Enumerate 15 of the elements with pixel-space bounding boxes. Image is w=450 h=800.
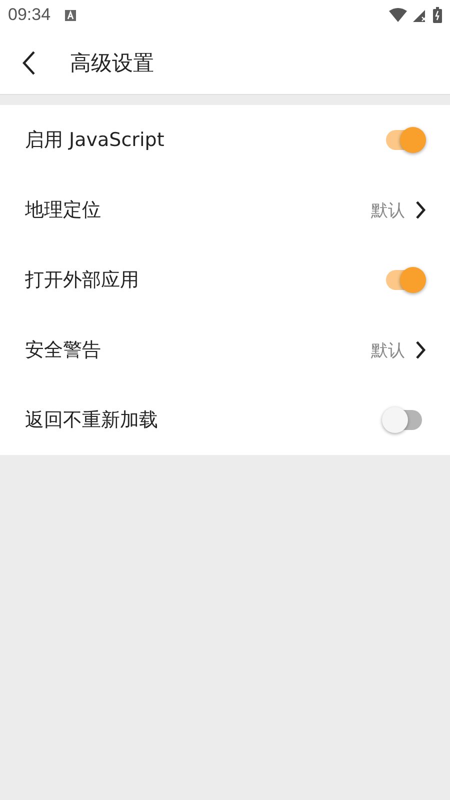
- page-title: 高级设置: [70, 50, 154, 76]
- battery-icon: [433, 7, 442, 23]
- chevron-right-icon: [415, 200, 426, 220]
- setting-label: 安全警告: [25, 338, 101, 363]
- wifi-icon: [389, 8, 407, 22]
- status-time: 09:34: [8, 5, 51, 25]
- setting-label: 打开外部应用: [25, 268, 139, 293]
- setting-label: 启用 JavaScript: [25, 128, 164, 153]
- setting-value: 默认: [371, 340, 405, 362]
- setting-label: 返回不重新加载: [25, 408, 158, 433]
- signal-icon: [413, 8, 427, 22]
- chevron-right-icon: [415, 340, 426, 360]
- setting-label: 地理定位: [25, 198, 101, 223]
- notification-icon: [64, 10, 76, 20]
- setting-value: 默认: [371, 200, 405, 222]
